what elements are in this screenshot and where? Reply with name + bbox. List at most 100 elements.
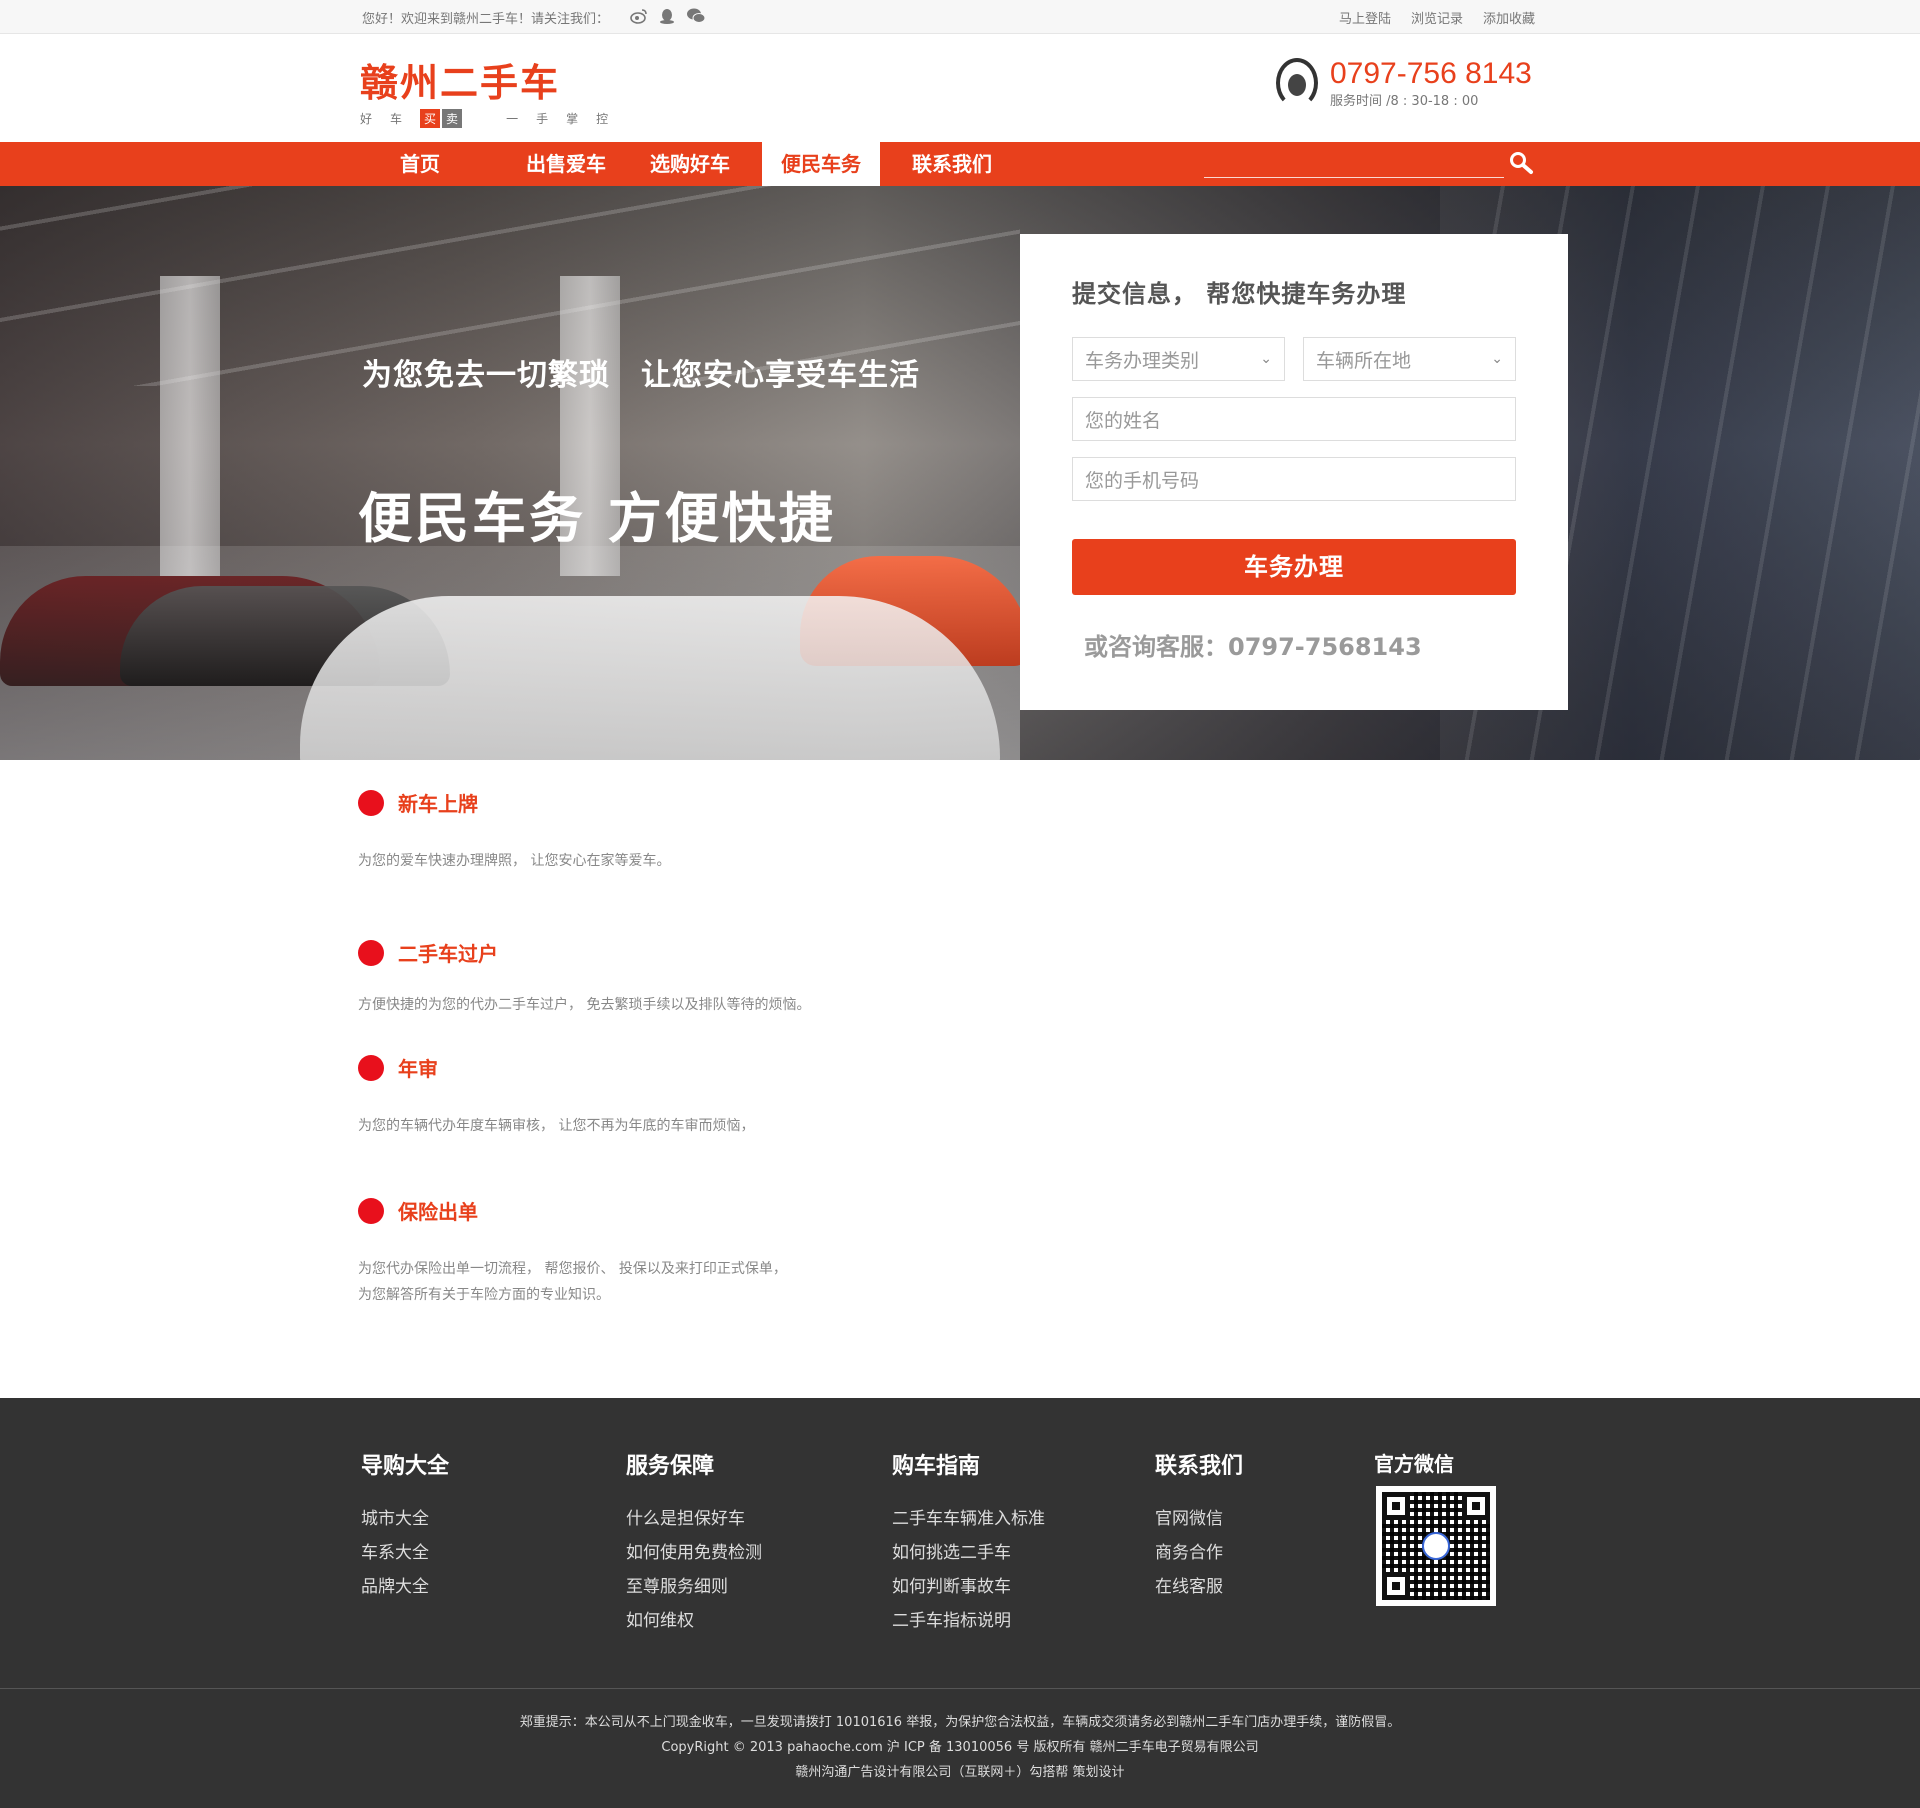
site-logo[interactable]: 赣州二手车 好 车 买 卖 一 手 掌 控 bbox=[360, 52, 608, 128]
consult-hotline: 或咨询客服：0797-7568143 bbox=[1084, 633, 1422, 661]
service-item: 年审 为您的车辆代办年度车辆审核， 让您不再为年底的车审而烦恼， bbox=[358, 1053, 754, 1134]
footer-link[interactable]: 如何使用免费检测 bbox=[626, 1536, 762, 1570]
slogan-char: 控 bbox=[596, 112, 609, 126]
footer-column-title: 服务保障 bbox=[626, 1454, 715, 1479]
top-links: 马上登陆 浏览记录 添加收藏 bbox=[1339, 8, 1535, 27]
bullet-dot-icon bbox=[358, 939, 384, 966]
footer-link[interactable]: 商务合作 bbox=[1155, 1536, 1243, 1570]
slogan-char: 一 bbox=[506, 112, 519, 126]
service-desc: 为您的爱车快速办理牌照， 让您安心在家等爱车。 bbox=[358, 853, 671, 869]
service-desc: 为您解答所有关于车险方面的专业知识。 bbox=[358, 1287, 610, 1303]
service-name: 二手车过户 bbox=[398, 942, 498, 966]
legal-line: CopyRight © 2013 pahaoche.com 沪 ICP 备 13… bbox=[661, 1740, 1259, 1755]
weibo-icon[interactable] bbox=[630, 7, 648, 25]
phone-placeholder: 您的手机号码 bbox=[1085, 469, 1200, 492]
footer-column-title: 购车指南 bbox=[892, 1454, 981, 1479]
form-title: 提交信息， 帮您快捷车务办理 bbox=[1072, 280, 1407, 308]
footer-column: 导购大全 城市大全 车系大全 品牌大全 bbox=[361, 1448, 449, 1604]
footer-link[interactable]: 城市大全 bbox=[361, 1502, 449, 1536]
bullet-dot-icon bbox=[358, 1054, 384, 1081]
vehicle-location-value: 车辆所在地 bbox=[1316, 349, 1412, 372]
wechat-title: 官方微信 bbox=[1374, 1452, 1454, 1476]
service-desc: 方便快捷的为您的代办二手车过户， 免去繁琐手续以及排队等待的烦恼。 bbox=[358, 997, 811, 1013]
slogan-sell-mark: 卖 bbox=[442, 109, 463, 128]
legal-line: 赣州沟通广告设计有限公司（互联网＋）勾搭帮 策划设计 bbox=[795, 1765, 1125, 1780]
footer: 导购大全 城市大全 车系大全 品牌大全 服务保障 什么是担保好车 如何使用免费检… bbox=[0, 1398, 1920, 1808]
footer-link[interactable]: 什么是担保好车 bbox=[626, 1502, 762, 1536]
hotline-number: 0797-756 8143 bbox=[1330, 57, 1532, 90]
hero-background bbox=[300, 596, 1000, 760]
nav-item-buy-car[interactable]: 选购好车 bbox=[634, 142, 746, 186]
submit-button[interactable]: 车务办理 bbox=[1072, 539, 1516, 595]
slogan-char: 好 bbox=[360, 112, 373, 126]
footer-column-title: 导购大全 bbox=[361, 1454, 450, 1479]
wechat-icon[interactable] bbox=[686, 7, 706, 25]
nav-item-sell-car[interactable]: 出售爱车 bbox=[510, 142, 622, 186]
footer-link[interactable]: 至尊服务细则 bbox=[626, 1570, 762, 1604]
welcome-text: 您好！欢迎来到赣州二手车！请关注我们： bbox=[362, 12, 610, 27]
name-field[interactable]: 您的姓名 bbox=[1072, 397, 1516, 441]
bullet-dot-icon bbox=[358, 789, 384, 816]
qq-icon[interactable] bbox=[658, 7, 676, 25]
favorite-link[interactable]: 添加收藏 bbox=[1483, 8, 1535, 27]
wechat-qr-code bbox=[1376, 1486, 1496, 1606]
search-box bbox=[1204, 150, 1504, 178]
vehicle-location-select[interactable]: 车辆所在地 ⌄ bbox=[1303, 337, 1516, 381]
footer-link[interactable]: 如何判断事故车 bbox=[892, 1570, 1045, 1604]
footer-column: 购车指南 二手车车辆准入标准 如何挑选二手车 如何判断事故车 二手车指标说明 bbox=[892, 1448, 1045, 1638]
service-request-form: 提交信息， 帮您快捷车务办理 车务办理类别 ⌄ 车辆所在地 ⌄ 您的姓名 您的手… bbox=[1020, 234, 1568, 710]
hero-headline: 便民车务 方便快捷 bbox=[358, 487, 836, 550]
service-type-select[interactable]: 车务办理类别 ⌄ bbox=[1072, 337, 1285, 381]
service-item: 新车上牌 为您的爱车快速办理牌照， 让您安心在家等爱车。 bbox=[358, 788, 670, 869]
service-item: 保险出单 为您代办保险出单一切流程， 帮您报价、 投保以及来打印正式保单， 为您… bbox=[358, 1196, 787, 1303]
name-placeholder: 您的姓名 bbox=[1085, 409, 1162, 432]
top-bar: 您好！欢迎来到赣州二手车！请关注我们： 马上登陆 浏览记录 添加收藏 bbox=[0, 0, 1920, 34]
slogan-char: 车 bbox=[390, 112, 403, 126]
phone-field[interactable]: 您的手机号码 bbox=[1072, 457, 1516, 501]
slogan: 好 车 买 卖 一 手 掌 控 bbox=[360, 109, 608, 128]
footer-link[interactable]: 官网微信 bbox=[1155, 1502, 1243, 1536]
footer-column: 联系我们 官网微信 商务合作 在线客服 bbox=[1155, 1448, 1243, 1604]
footer-link[interactable]: 二手车车辆准入标准 bbox=[892, 1502, 1045, 1536]
service-name: 保险出单 bbox=[398, 1200, 478, 1224]
chevron-down-icon: ⌄ bbox=[1491, 351, 1503, 367]
hero-banner: 为您免去一切繁琐 让您安心享受车生活 便民车务 方便快捷 bbox=[0, 186, 1920, 760]
footer-column: 服务保障 什么是担保好车 如何使用免费检测 至尊服务细则 如何维权 bbox=[626, 1448, 762, 1638]
footer-divider bbox=[0, 1688, 1920, 1689]
legal-line: 郑重提示：本公司从不上门现金收车，一旦发现请拨打 10101616 举报，为保护… bbox=[519, 1715, 1401, 1730]
slogan-char: 手 bbox=[536, 112, 549, 126]
legal-notice: 郑重提示：本公司从不上门现金收车，一旦发现请拨打 10101616 举报，为保护… bbox=[0, 1710, 1920, 1785]
search-icon[interactable] bbox=[1508, 150, 1534, 176]
nav-item-car-services[interactable]: 便民车务 bbox=[762, 142, 880, 186]
bullet-dot-icon bbox=[358, 1197, 384, 1224]
footer-link[interactable]: 如何维权 bbox=[626, 1604, 762, 1638]
footer-link[interactable]: 二手车指标说明 bbox=[892, 1604, 1045, 1638]
main-nav: 首页 出售爱车 选购好车 便民车务 联系我们 bbox=[0, 142, 1920, 186]
nav-item-contact[interactable]: 联系我们 bbox=[896, 142, 1008, 186]
service-desc: 为您的车辆代办年度车辆审核， 让您不再为年底的车审而烦恼， bbox=[358, 1118, 755, 1134]
footer-link[interactable]: 车系大全 bbox=[361, 1536, 449, 1570]
login-link[interactable]: 马上登陆 bbox=[1339, 8, 1391, 27]
footer-link[interactable]: 在线客服 bbox=[1155, 1570, 1243, 1604]
service-time: 服务时间 /8 : 30-18 : 00 bbox=[1330, 94, 1479, 109]
chevron-down-icon: ⌄ bbox=[1260, 351, 1272, 367]
baidu-logo-icon bbox=[1422, 1532, 1450, 1560]
hero-background bbox=[160, 276, 220, 576]
header: 赣州二手车 好 车 买 卖 一 手 掌 控 0797-756 8143 服务时间… bbox=[0, 34, 1920, 142]
brand-name: 赣州二手车 bbox=[360, 60, 561, 105]
footer-link[interactable]: 如何挑选二手车 bbox=[892, 1536, 1045, 1570]
service-desc: 为您代办保险出单一切流程， 帮您报价、 投保以及来打印正式保单， bbox=[358, 1261, 787, 1277]
hotline: 0797-756 8143 服务时间 /8 : 30-18 : 00 bbox=[1276, 58, 1532, 109]
search-input[interactable] bbox=[1204, 150, 1504, 176]
footer-link[interactable]: 品牌大全 bbox=[361, 1570, 449, 1604]
footer-column-title: 联系我们 bbox=[1155, 1454, 1244, 1479]
history-link[interactable]: 浏览记录 bbox=[1411, 8, 1463, 27]
hero-tagline: 为您免去一切繁琐 让您安心享受车生活 bbox=[362, 358, 920, 393]
nav-item-home[interactable]: 首页 bbox=[362, 142, 478, 186]
social-links bbox=[630, 7, 706, 25]
service-type-value: 车务办理类别 bbox=[1085, 349, 1200, 372]
slogan-char: 掌 bbox=[566, 112, 579, 126]
slogan-buy-mark: 买 bbox=[420, 109, 441, 128]
headset-icon bbox=[1276, 58, 1318, 108]
service-item: 二手车过户 方便快捷的为您的代办二手车过户， 免去繁琐手续以及排队等待的烦恼。 bbox=[358, 938, 810, 1013]
